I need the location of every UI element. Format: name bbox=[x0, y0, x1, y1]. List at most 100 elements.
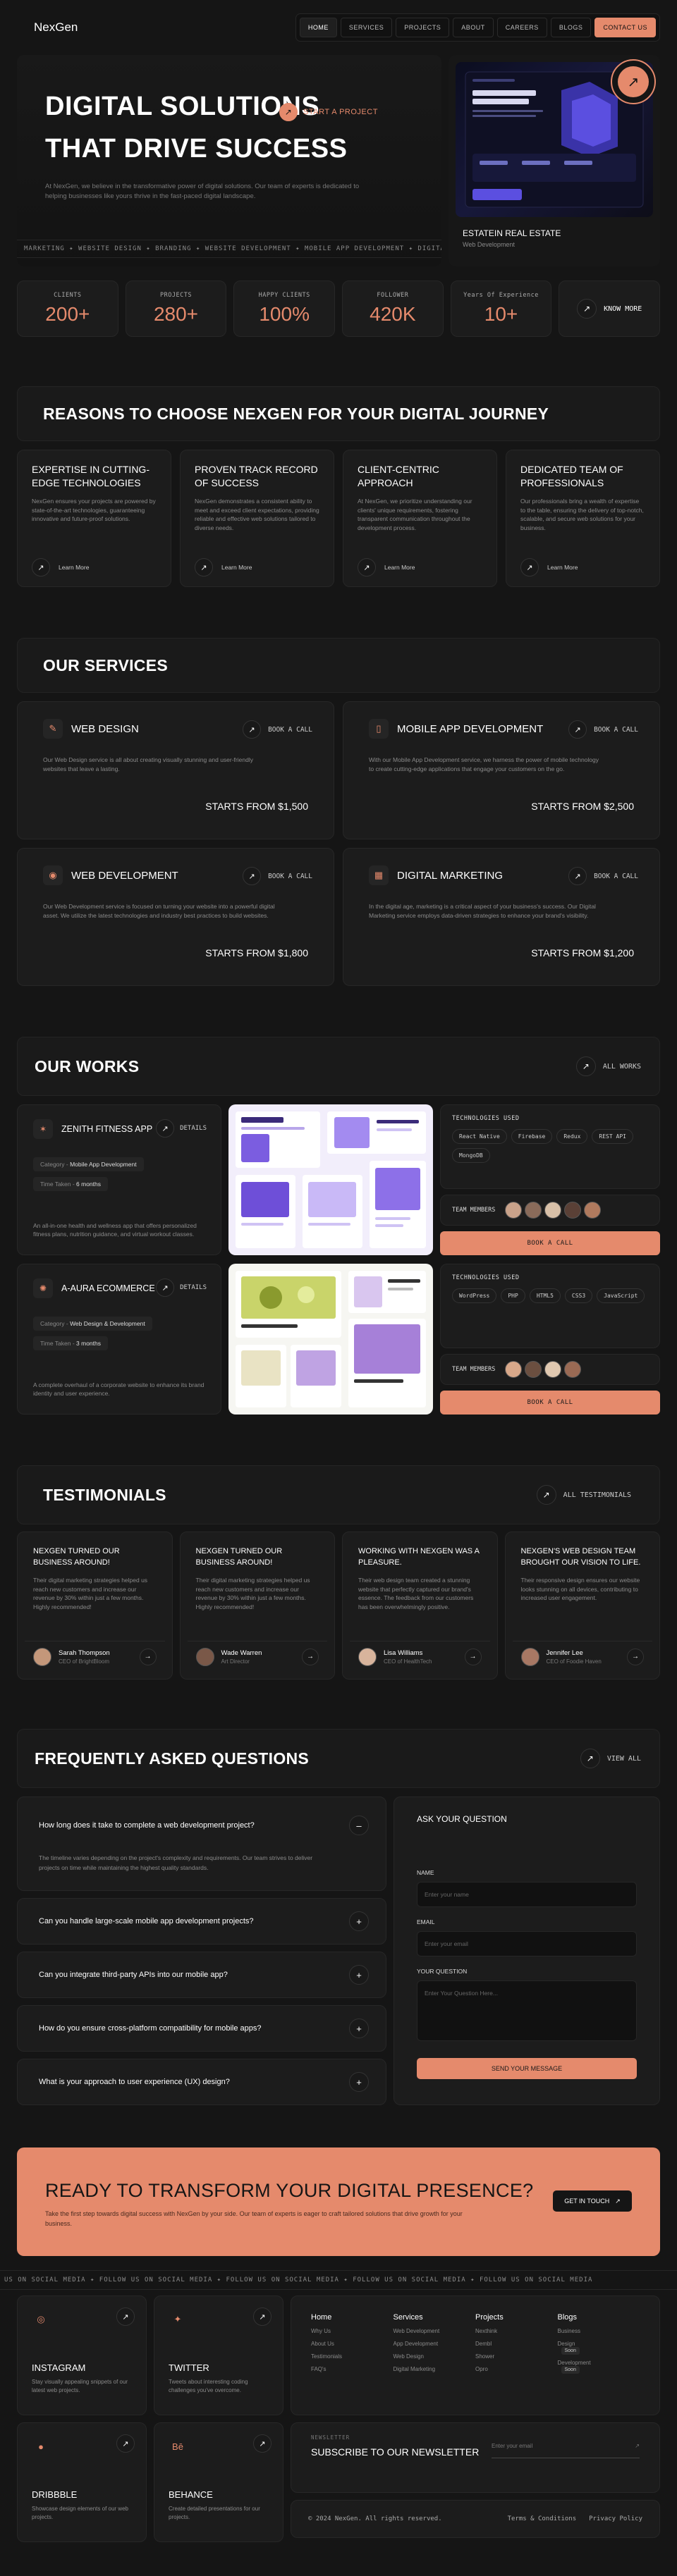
footer-link[interactable]: Shower bbox=[475, 2353, 558, 2360]
nav-about[interactable]: ABOUT bbox=[453, 18, 494, 37]
avatar[interactable] bbox=[505, 1361, 523, 1378]
email-label: EMAIL bbox=[417, 1918, 435, 1925]
arrow-right-icon[interactable]: → bbox=[627, 1648, 644, 1665]
privacy-link[interactable]: Privacy Policy bbox=[589, 2515, 642, 2522]
learn-more-link[interactable]: ↗ Learn More bbox=[520, 558, 578, 577]
book-call-button[interactable]: ↗ BOOK A CALL bbox=[568, 867, 638, 885]
featured-project-card[interactable]: ↗ ESTATEIN REAL ESTATE Web Development bbox=[449, 55, 660, 266]
nav-home[interactable]: HOME bbox=[299, 18, 337, 37]
footer-link[interactable]: Web Design bbox=[394, 2353, 476, 2360]
work-screenshot[interactable] bbox=[228, 1104, 433, 1255]
footer-link[interactable]: Business bbox=[558, 2328, 640, 2334]
work-screenshot[interactable] bbox=[228, 1264, 433, 1415]
question-textarea[interactable]: Enter Your Question Here... bbox=[417, 1980, 637, 2041]
footer-link[interactable]: Testimonials bbox=[311, 2353, 394, 2360]
nav-projects[interactable]: PROJECTS bbox=[396, 18, 450, 37]
avatar[interactable] bbox=[525, 1361, 542, 1378]
avatar[interactable] bbox=[564, 1202, 582, 1219]
avatar[interactable] bbox=[544, 1202, 562, 1219]
book-call-button[interactable]: BOOK A CALL bbox=[440, 1391, 660, 1415]
nav-services[interactable]: SERVICES bbox=[340, 18, 393, 37]
book-call-button[interactable]: ↗ BOOK A CALL bbox=[243, 867, 312, 885]
arrow-icon: ↗ bbox=[195, 558, 213, 577]
minus-icon[interactable]: – bbox=[349, 1816, 369, 1835]
arrow-icon[interactable]: ↗ bbox=[253, 2434, 272, 2453]
author-role: Art Director bbox=[221, 1658, 250, 1665]
footer-col-title[interactable]: Blogs bbox=[558, 2313, 640, 2322]
newsletter-email-input[interactable]: Enter your email ↗ bbox=[492, 2434, 640, 2458]
arrow-right-icon[interactable]: → bbox=[302, 1648, 319, 1665]
faq-item[interactable]: Can you handle large-scale mobile app de… bbox=[17, 1898, 386, 1945]
arrow-icon[interactable]: ↗ bbox=[253, 2307, 272, 2326]
terms-link[interactable]: Terms & Conditions bbox=[508, 2515, 577, 2522]
book-call-button[interactable]: ↗ BOOK A CALL bbox=[568, 720, 638, 739]
footer-link[interactable]: Digital Marketing bbox=[394, 2366, 476, 2372]
contact-us-button[interactable]: CONTACT US bbox=[594, 18, 656, 37]
learn-more-link[interactable]: ↗ Learn More bbox=[358, 558, 415, 577]
footer-link[interactable]: Why Us bbox=[311, 2328, 394, 2334]
social-card-instagram[interactable]: ◎ ↗ INSTAGRAM Stay visually appealing snipp… bbox=[17, 2295, 147, 2415]
faq-question: How do you ensure cross-platform compati… bbox=[39, 2024, 262, 2033]
nav-careers[interactable]: CAREERS bbox=[496, 18, 547, 37]
footer-link[interactable]: Opro bbox=[475, 2366, 558, 2372]
send-message-button[interactable]: SEND YOUR MESSAGE bbox=[417, 2058, 637, 2079]
arrow-icon[interactable]: ↗ bbox=[116, 2434, 135, 2453]
plus-icon[interactable]: + bbox=[349, 2019, 369, 2038]
social-card-dribbble[interactable]: ● ↗ DRIBBBLE Showcase design elements of ou… bbox=[17, 2422, 147, 2542]
footer-col-title[interactable]: Projects bbox=[475, 2313, 558, 2322]
book-call-button[interactable]: BOOK A CALL bbox=[440, 1231, 660, 1255]
avatar[interactable] bbox=[564, 1361, 582, 1378]
faq-item[interactable]: Can you integrate third-party APIs into … bbox=[17, 1952, 386, 1998]
nav-blogs[interactable]: BLOGS bbox=[550, 18, 592, 37]
faq-item[interactable]: How do you ensure cross-platform compati… bbox=[17, 2005, 386, 2052]
plus-icon[interactable]: + bbox=[349, 1911, 369, 1931]
email-input[interactable]: Enter your email bbox=[417, 1931, 637, 1956]
logo[interactable]: NexGen bbox=[34, 20, 78, 35]
view-all-faq-link[interactable]: ↗ VIEW ALL bbox=[580, 1749, 641, 1768]
details-button[interactable]: ↗ DETAILS bbox=[156, 1278, 207, 1297]
all-testimonials-link[interactable]: ↗ ALL TESTIMONIALS bbox=[536, 1485, 631, 1505]
service-text: Our Web Development service is focused o… bbox=[43, 903, 275, 919]
arrow-right-icon[interactable]: → bbox=[464, 1648, 482, 1665]
footer-link[interactable]: Web Development bbox=[394, 2328, 476, 2334]
avatar[interactable] bbox=[505, 1202, 523, 1219]
learn-more-link[interactable]: ↗ Learn More bbox=[195, 558, 252, 577]
name-input[interactable]: Enter your name bbox=[417, 1882, 637, 1907]
avatar[interactable] bbox=[544, 1361, 562, 1378]
stats-bar: CLIENTS 200+ PROJECTS 280+ HAPPY CLIENTS 10… bbox=[17, 281, 661, 337]
plus-icon[interactable]: + bbox=[349, 1965, 369, 1985]
open-project-button[interactable]: ↗ bbox=[611, 59, 656, 104]
reason-card: PROVEN TRACK RECORD OF SUCCESS NexGen dem… bbox=[180, 450, 334, 587]
social-text: Stay visually appealing snippets of our … bbox=[32, 2379, 128, 2393]
footer-link[interactable]: Nexthink bbox=[475, 2328, 558, 2334]
all-works-link[interactable]: ↗ ALL WORKS bbox=[575, 1056, 641, 1076]
book-call-label: BOOK A CALL bbox=[268, 725, 312, 734]
start-project-button[interactable]: ↗ START A PROJECT bbox=[279, 103, 378, 121]
footer-link[interactable]: FAQ's bbox=[311, 2366, 394, 2372]
avatar[interactable] bbox=[584, 1202, 602, 1219]
footer-link[interactable]: Design Soon bbox=[558, 2341, 640, 2355]
footer-link[interactable]: Dembl bbox=[475, 2341, 558, 2347]
footer-col-title[interactable]: Services bbox=[394, 2313, 476, 2322]
arrow-icon[interactable]: ↗ bbox=[116, 2307, 135, 2326]
details-button[interactable]: ↗ DETAILS bbox=[156, 1119, 207, 1138]
get-in-touch-button[interactable]: GET IN TOUCH ↗ bbox=[553, 2190, 632, 2212]
plus-icon[interactable]: + bbox=[349, 2072, 369, 2092]
avatar[interactable] bbox=[525, 1202, 542, 1219]
footer-link[interactable]: App Development bbox=[394, 2341, 476, 2347]
footer-col-title[interactable]: Home bbox=[311, 2313, 394, 2322]
services-section: OUR SERVICES ✎ WEB DESIGN ↗ BOOK A CALL Ou… bbox=[17, 638, 660, 986]
arrow-icon[interactable]: ↗ bbox=[635, 2443, 640, 2449]
footer-link[interactable]: Development Soon bbox=[558, 2360, 640, 2374]
faq-item-open[interactable]: How long does it take to complete a web … bbox=[17, 1797, 386, 1891]
footer-link[interactable]: About Us bbox=[311, 2341, 394, 2347]
know-more-button[interactable]: ↗ KNOW MORE bbox=[559, 281, 661, 337]
arrow-right-icon[interactable]: → bbox=[139, 1648, 157, 1665]
author-role: CEO of HealthTech bbox=[384, 1658, 432, 1665]
social-card-behance[interactable]: Bē ↗ BEHANCE Create detailed presentations … bbox=[154, 2422, 283, 2542]
social-card-twitter[interactable]: ✦ ↗ TWITTER Tweets about interesting coding… bbox=[154, 2295, 283, 2415]
faq-item[interactable]: What is your approach to user experience… bbox=[17, 2059, 386, 2105]
learn-more-link[interactable]: ↗ Learn More bbox=[32, 558, 89, 577]
ask-question-form: ASK YOUR QUESTION NAME Enter your name E… bbox=[394, 1797, 660, 2105]
book-call-button[interactable]: ↗ BOOK A CALL bbox=[243, 720, 312, 739]
